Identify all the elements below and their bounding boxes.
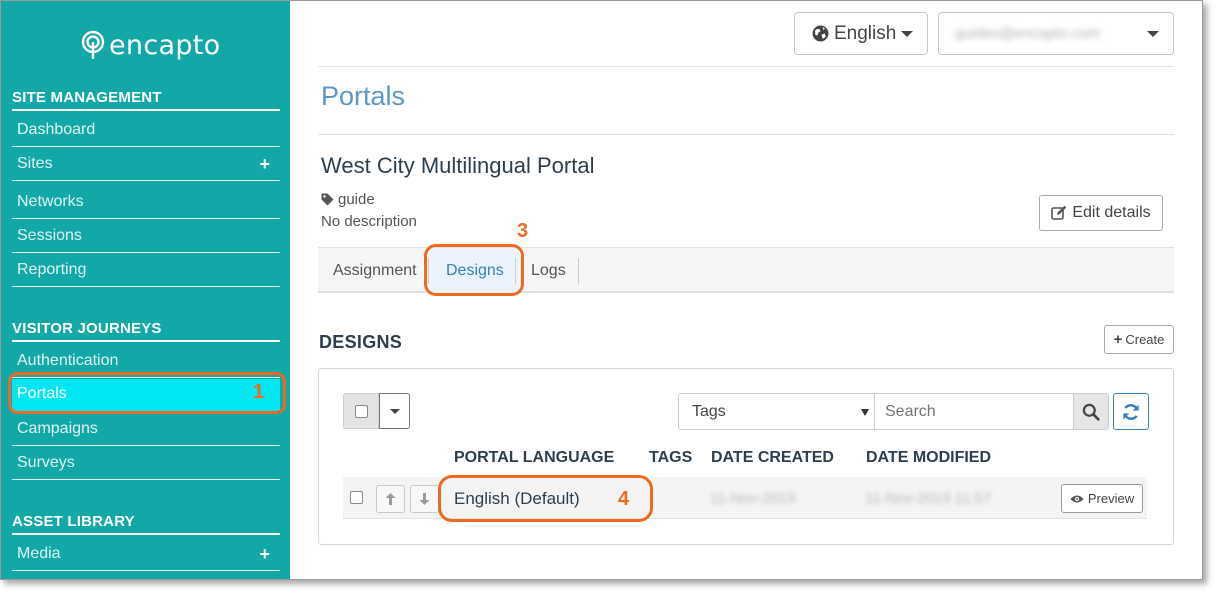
chevron-down-icon [1147, 31, 1159, 37]
create-button[interactable]: + Create [1104, 325, 1174, 354]
create-label: Create [1125, 332, 1165, 347]
sidebar-item-campaigns[interactable]: Campaigns [12, 414, 280, 446]
sidebar-item-label: Sessions [17, 227, 82, 244]
tab-divider [578, 258, 579, 284]
eye-icon [1070, 495, 1084, 502]
sidebar-item-dashboard[interactable]: Dashboard [12, 115, 280, 147]
column-header-date-created[interactable]: DATE CREATED [711, 449, 834, 467]
row-select-checkbox[interactable] [350, 491, 363, 504]
sidebar-item-label: Authentication [17, 352, 119, 369]
bulk-select-checkbox[interactable] [355, 405, 368, 418]
portal-name: West City Multilingual Portal [321, 153, 595, 178]
chevron-down-icon [390, 409, 400, 414]
user-menu-dropdown[interactable]: guides@encapto.com [938, 12, 1174, 55]
annotation-ring-designs-tab [424, 244, 524, 296]
divider [318, 134, 1174, 135]
edit-details-label: Edit details [1072, 204, 1151, 221]
move-up-button[interactable] [376, 485, 405, 513]
tab-logs[interactable]: Logs [531, 248, 566, 294]
section-asset-library: ASSET LIBRARY [12, 513, 280, 535]
sidebar-item-label: Reporting [17, 261, 87, 278]
edit-icon [1051, 205, 1067, 220]
move-down-button[interactable] [410, 485, 439, 513]
sidebar-item-sites[interactable]: Sites + [12, 149, 280, 181]
brand-name: encapto [109, 29, 221, 61]
sidebar-item-media[interactable]: Media + [12, 539, 280, 571]
expand-plus-icon[interactable]: + [259, 149, 270, 179]
tags-select[interactable]: Tags [678, 393, 875, 430]
sidebar-item-label: Networks [17, 193, 84, 210]
section-visitor-journeys: VISITOR JOURNEYS [12, 320, 280, 342]
refresh-icon [1123, 404, 1139, 420]
app-window: encapto SITE MANAGEMENT Dashboard Sites +… [0, 0, 1203, 580]
annotation-number-1: 1 [253, 381, 265, 403]
portal-tag[interactable]: guide [338, 191, 375, 208]
edit-details-button[interactable]: Edit details [1039, 195, 1163, 231]
search-button[interactable] [1073, 393, 1109, 430]
chevron-down-icon [901, 31, 913, 37]
globe-icon [812, 25, 829, 42]
expand-plus-icon[interactable]: + [259, 539, 270, 569]
search-input[interactable] [874, 393, 1074, 430]
portal-tags: guide [321, 191, 375, 208]
divider [318, 66, 1174, 67]
language-label: English [834, 22, 897, 44]
refresh-button[interactable] [1113, 393, 1149, 430]
user-email: guides@encapto.com [955, 25, 1101, 42]
date-modified-cell: 11-Nov-2019 11:57 [865, 490, 992, 507]
tag-icon [321, 193, 334, 206]
annotation-number-3: 3 [517, 220, 529, 242]
preview-label: Preview [1087, 491, 1135, 506]
bulk-select-checkbox-wrap[interactable] [343, 393, 379, 429]
preview-button[interactable]: Preview [1061, 484, 1143, 513]
sidebar-item-label: Surveys [17, 454, 75, 471]
annotation-ring-portals [8, 372, 286, 414]
sidebar-item-sessions[interactable]: Sessions [12, 221, 280, 253]
column-header-portal-language[interactable]: PORTAL LANGUAGE [454, 449, 614, 467]
plus-icon: + [1113, 331, 1123, 348]
column-header-tags[interactable]: TAGS [649, 449, 692, 467]
brand-logo[interactable]: encapto [81, 29, 220, 61]
sidebar: encapto SITE MANAGEMENT Dashboard Sites +… [1, 1, 290, 579]
date-created-cell: 11-Nov-2019 [710, 490, 796, 507]
sidebar-item-reporting[interactable]: Reporting [12, 255, 280, 287]
sidebar-item-label: Sites [17, 155, 53, 172]
page-title: Portals [321, 81, 406, 111]
column-header-date-modified[interactable]: DATE MODIFIED [866, 449, 991, 467]
search-icon [1082, 403, 1100, 421]
designs-heading: DESIGNS [319, 332, 403, 352]
bulk-actions-dropdown[interactable] [379, 393, 410, 429]
sidebar-item-label: Campaigns [17, 420, 98, 437]
sidebar-item-networks[interactable]: Networks [12, 187, 280, 219]
arrow-down-icon [419, 493, 430, 505]
sidebar-item-label: Media [17, 545, 61, 562]
language-dropdown[interactable]: English [794, 12, 928, 55]
tags-select-value: Tags [692, 403, 726, 420]
chevron-down-icon [861, 409, 869, 416]
sidebar-item-surveys[interactable]: Surveys [12, 448, 280, 480]
arrow-up-icon [385, 493, 396, 505]
tab-assignment[interactable]: Assignment [333, 248, 417, 294]
encapto-logo-icon [81, 30, 105, 59]
sidebar-item-label: Dashboard [17, 121, 96, 138]
portal-description: No description [321, 213, 417, 230]
annotation-number-4: 4 [618, 488, 630, 510]
section-site-management: SITE MANAGEMENT [12, 89, 280, 111]
